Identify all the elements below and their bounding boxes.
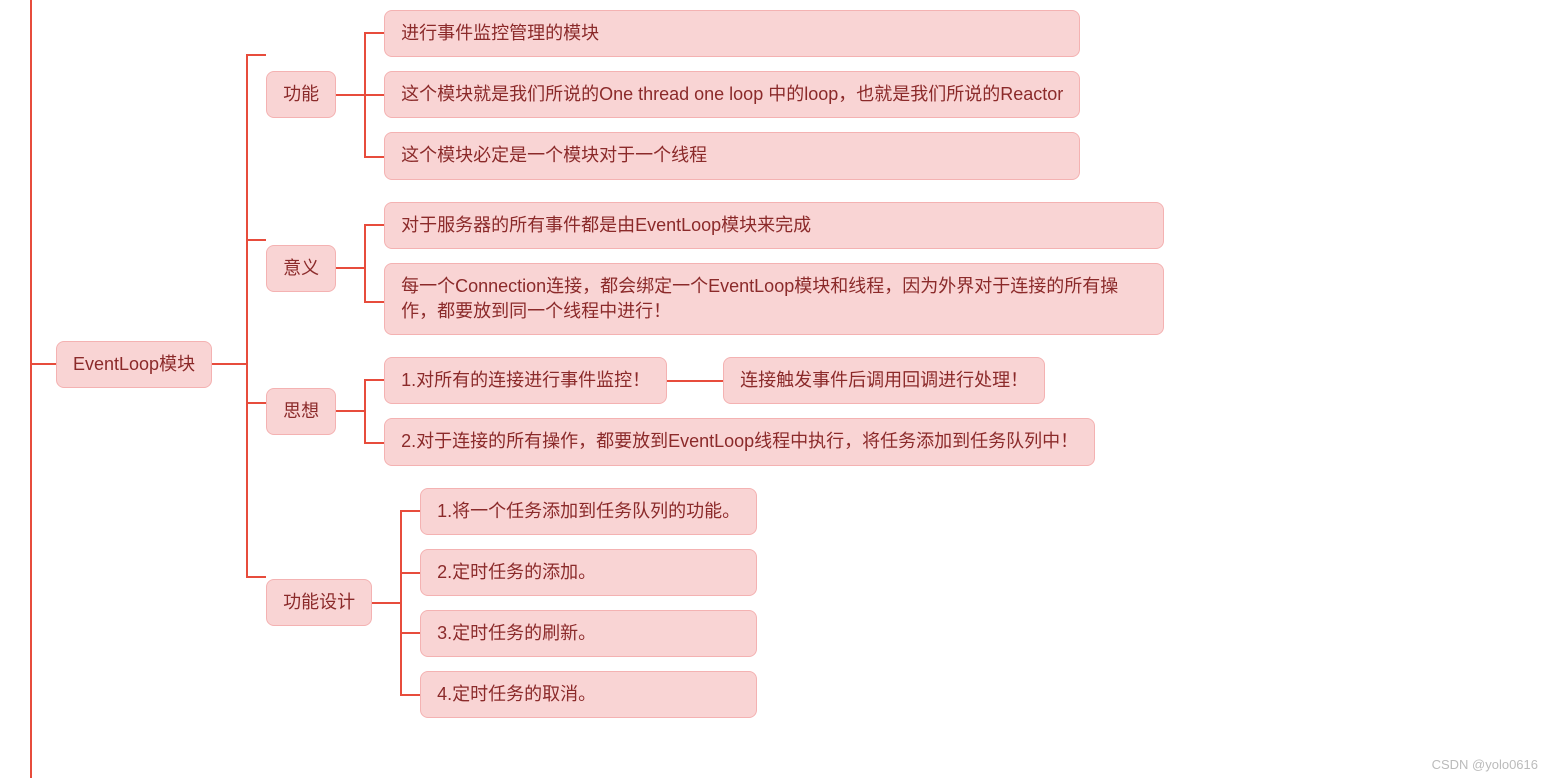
mindmap-root-row: EventLoop模块 功能 进行事件监控管理的模块 这个模块就是我们所说的On…: [0, 0, 1552, 728]
leaf-node: 这个模块就是我们所说的One thread one loop 中的loop，也就…: [384, 71, 1080, 118]
leaf-node: 对于服务器的所有事件都是由EventLoop模块来完成: [384, 202, 1164, 249]
sub-leaf-node: 连接触发事件后调用回调进行处理！: [723, 357, 1045, 404]
connector-line: [400, 632, 420, 634]
leaf-text: 1.将一个任务添加到任务队列的功能。: [437, 501, 740, 521]
leaf-group: 进行事件监控管理的模块 这个模块就是我们所说的One thread one lo…: [384, 10, 1080, 180]
connector-line: [246, 576, 266, 578]
leaf-group: 对于服务器的所有事件都是由EventLoop模块来完成 每一个Connectio…: [384, 202, 1164, 336]
connector-line: [364, 94, 384, 96]
connector-line: [212, 363, 246, 365]
leaf-text: 对于服务器的所有事件都是由EventLoop模块来完成: [401, 215, 811, 235]
leaf-text: 这个模块必定是一个模块对于一个线程: [401, 145, 707, 165]
connector-line: [246, 54, 266, 56]
branch-node: 功能: [266, 71, 336, 118]
leaf-group: 1.对所有的连接进行事件监控！ 连接触发事件后调用回调进行处理！ 2.对于连接的…: [384, 357, 1095, 465]
bracket: [400, 488, 420, 719]
connector-line: [336, 410, 364, 412]
leaf-text: 这个模块就是我们所说的One thread one loop 中的loop，也就…: [401, 84, 1063, 104]
bracket-level1: [246, 10, 266, 718]
leaf-node: 3.定时任务的刷新。: [420, 610, 757, 657]
branch-node: 意义: [266, 245, 336, 292]
leaf-text: 2.定时任务的添加。: [437, 562, 596, 582]
branch-gongneng: 功能 进行事件监控管理的模块 这个模块就是我们所说的One thread one…: [266, 10, 1164, 180]
leaf-text: 连接触发事件后调用回调进行处理！: [740, 370, 1028, 390]
root-label: EventLoop模块: [73, 354, 195, 374]
leaf-node: 进行事件监控管理的模块: [384, 10, 1080, 57]
connector-line: [364, 156, 384, 158]
leaf-node: 2.定时任务的添加。: [420, 549, 757, 596]
leaf-node: 2.对于连接的所有操作，都要放到EventLoop线程中执行，将任务添加到任务队…: [384, 418, 1095, 465]
root-node: EventLoop模块: [56, 341, 212, 388]
leaf-node: 1.对所有的连接进行事件监控！: [384, 357, 667, 404]
leaf-text: 4.定时任务的取消。: [437, 684, 596, 704]
branch-node: 思想: [266, 388, 336, 435]
leaf-node: 4.定时任务的取消。: [420, 671, 757, 718]
leaf-text: 2.对于连接的所有操作，都要放到EventLoop线程中执行，将任务添加到任务队…: [401, 431, 1078, 451]
level1-children: 功能 进行事件监控管理的模块 这个模块就是我们所说的One thread one…: [266, 10, 1164, 718]
connector-line: [336, 267, 364, 269]
connector-line: [30, 363, 56, 365]
bracket: [364, 202, 384, 336]
bracket: [364, 357, 384, 465]
leaf-node: 这个模块必定是一个模块对于一个线程: [384, 132, 1080, 179]
branch-label: 思想: [283, 401, 319, 421]
branch-yiyi: 意义 对于服务器的所有事件都是由EventLoop模块来完成 每一个Connec…: [266, 202, 1164, 336]
leaf-node: 每一个Connection连接，都会绑定一个EventLoop模块和线程，因为外…: [384, 263, 1164, 335]
connector-line: [364, 32, 384, 34]
leaf-text: 每一个Connection连接，都会绑定一个EventLoop模块和线程，因为外…: [401, 276, 1118, 321]
connector-line: [364, 379, 384, 381]
leaf-text: 进行事件监控管理的模块: [401, 23, 599, 43]
connector-line: [364, 301, 384, 303]
branch-label: 功能: [283, 84, 319, 104]
branch-label: 意义: [283, 258, 319, 278]
leaf-node: 1.将一个任务添加到任务队列的功能。: [420, 488, 757, 535]
branch-node: 功能设计: [266, 579, 372, 626]
connector-line: [246, 402, 266, 404]
connector-line: [400, 510, 420, 512]
bracket: [364, 10, 384, 180]
branch-sixiang: 思想 1.对所有的连接进行事件监控！ 连接触发事件后调用回调进行处理！ 2.对于…: [266, 357, 1164, 465]
leaf-text: 3.定时任务的刷新。: [437, 623, 596, 643]
connector-line: [364, 224, 384, 226]
connector-line: [372, 602, 400, 604]
branch-label: 功能设计: [283, 592, 355, 612]
connector-line: [667, 380, 723, 382]
connector-line: [364, 442, 384, 444]
leaf-text: 1.对所有的连接进行事件监控！: [401, 370, 650, 390]
leaf-group: 1.将一个任务添加到任务队列的功能。 2.定时任务的添加。 3.定时任务的刷新。…: [420, 488, 757, 719]
watermark-text: CSDN @yolo0616: [1432, 757, 1538, 772]
connector-line: [336, 94, 364, 96]
leaf-with-sub: 1.对所有的连接进行事件监控！ 连接触发事件后调用回调进行处理！: [384, 357, 1095, 404]
connector-line: [246, 239, 266, 241]
connector-line: [400, 572, 420, 574]
branch-gongnengsheji: 功能设计 1.将一个任务添加到任务队列的功能。 2.定时任务的添加。 3.定时任…: [266, 488, 1164, 719]
connector-line: [400, 694, 420, 696]
